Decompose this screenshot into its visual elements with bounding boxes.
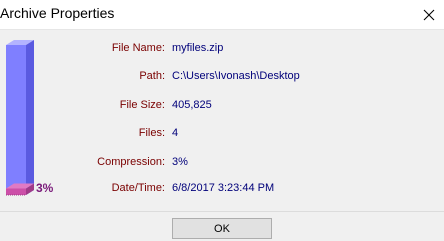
property-row-path: Path: C:\Users\Ivonash\Desktop	[0, 67, 444, 85]
compression-gauge	[2, 40, 36, 200]
close-button[interactable]	[414, 0, 444, 30]
property-value: 405,825	[172, 99, 212, 111]
properties-panel: 3% File Name: myfiles.zip Path: C:\Users…	[0, 30, 444, 211]
property-row-file-size: File Size: 405,825	[0, 96, 444, 114]
property-row-file-name: File Name: myfiles.zip	[0, 39, 444, 57]
property-value: C:\Users\Ivonash\Desktop	[172, 70, 300, 82]
property-value: 3%	[172, 156, 188, 168]
property-label: File Size:	[119, 99, 165, 111]
title-bar: Archive Properties	[0, 0, 444, 30]
property-label: Path:	[139, 70, 165, 82]
dialog-footer: OK	[0, 211, 444, 241]
property-row-files: Files: 4	[0, 124, 444, 142]
property-label: Files:	[138, 127, 165, 139]
ok-button[interactable]: OK	[172, 218, 272, 239]
property-row-compression: Compression: 3%	[0, 153, 444, 171]
property-value: 4	[172, 127, 179, 139]
property-label: Compression:	[97, 156, 165, 168]
property-value: myfiles.zip	[172, 42, 224, 54]
property-label: File Name:	[111, 42, 165, 54]
window-title: Archive Properties	[0, 5, 115, 21]
property-row-date-time: Date/Time: 6/8/2017 3:23:44 PM	[0, 179, 444, 197]
close-icon	[423, 9, 435, 21]
property-value: 6/8/2017 3:23:44 PM	[172, 182, 275, 194]
property-label: Date/Time:	[111, 182, 165, 194]
